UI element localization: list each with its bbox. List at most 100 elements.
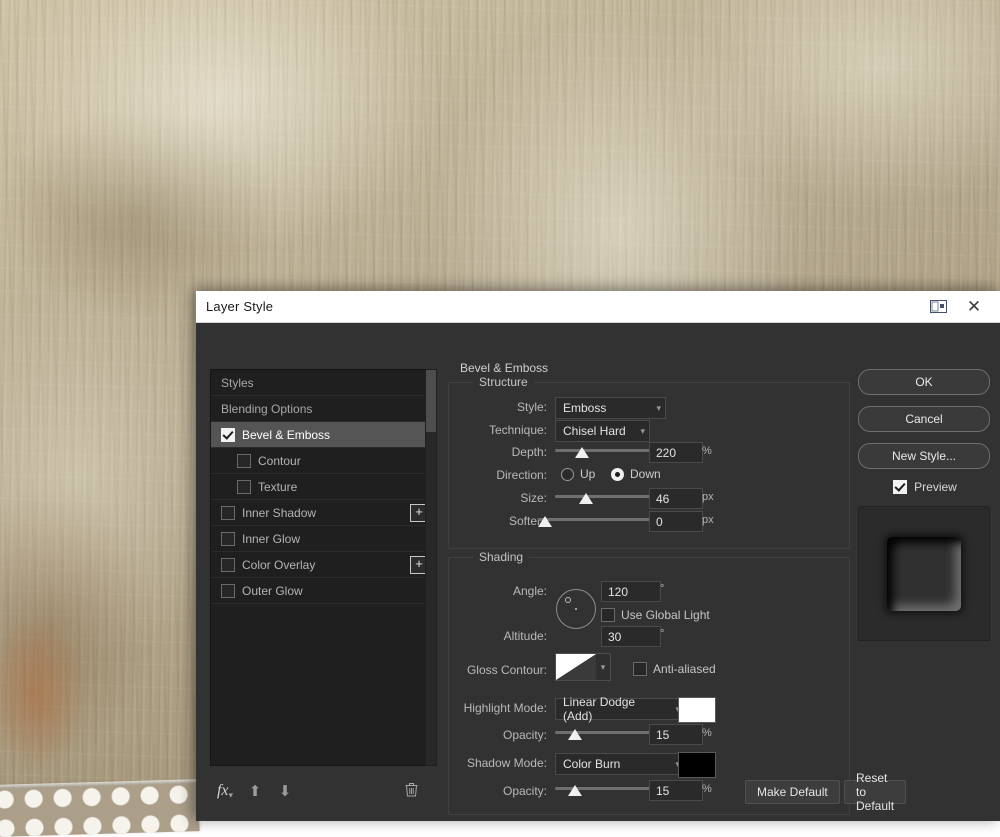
size-unit: px <box>702 491 714 503</box>
color-overlay-checkbox[interactable] <box>221 558 235 572</box>
sidebar-item-label: Bevel & Emboss <box>242 428 330 442</box>
slider-thumb[interactable] <box>575 447 589 458</box>
inner-glow-checkbox[interactable] <box>221 532 235 546</box>
soften-value: 0 <box>656 515 663 529</box>
styles-list-scrollbar[interactable] <box>425 369 437 766</box>
size-value: 46 <box>656 492 669 506</box>
checkbox-icon <box>601 608 615 622</box>
bevel-emboss-checkbox[interactable] <box>221 428 235 442</box>
dialog-body: Styles Blending Options Bevel & Emboss C… <box>196 323 1000 822</box>
sidebar-item-bevel-and-emboss[interactable]: Bevel & Emboss <box>211 422 433 448</box>
sidebar-item-label: Inner Shadow <box>242 506 316 520</box>
highlight-mode-label: Highlight Mode: <box>449 701 547 715</box>
highlight-opacity-label: Opacity: <box>449 728 547 742</box>
sidebar-item-label: Contour <box>258 454 301 468</box>
direction-down-label: Down <box>630 467 661 481</box>
radio-down-icon <box>611 468 624 481</box>
sidebar-item-label: Texture <box>258 480 297 494</box>
slider-track <box>555 449 654 452</box>
ok-button[interactable]: OK <box>858 369 990 395</box>
reset-to-default-button[interactable]: Reset to Default <box>844 780 906 804</box>
make-default-button[interactable]: Make Default <box>745 780 840 804</box>
angle-dial[interactable] <box>556 589 596 629</box>
shadow-mode-select[interactable]: Color Burn ▾ <box>555 753 685 775</box>
size-slider[interactable] <box>555 492 654 506</box>
preview-bevel-shape <box>887 537 961 611</box>
slider-thumb[interactable] <box>579 493 593 504</box>
angle-value: 120 <box>608 585 628 599</box>
size-input[interactable]: 46 <box>649 488 703 509</box>
slider-track <box>555 495 654 498</box>
highlight-opacity-value: 15 <box>656 728 669 742</box>
sidebar-item-color-overlay[interactable]: Color Overlay + <box>211 552 433 578</box>
arrow-down-icon: ⬇ <box>279 782 292 800</box>
slider-track <box>538 518 654 521</box>
soften-slider[interactable] <box>538 515 654 529</box>
altitude-unit: ° <box>660 628 664 640</box>
structure-section: Structure Style: Emboss ▾ Technique: Chi… <box>448 382 850 549</box>
slider-thumb[interactable] <box>538 516 552 527</box>
highlight-opacity-input[interactable]: 15 <box>649 724 703 745</box>
fx-menu-button[interactable]: fx ▾ <box>210 778 240 804</box>
angle-unit: ° <box>660 583 664 595</box>
highlight-color-swatch[interactable] <box>678 697 716 723</box>
style-select[interactable]: Emboss ▾ <box>555 397 666 419</box>
chevron-down-icon: ▾ <box>648 403 661 414</box>
dial-center-dot <box>575 608 577 610</box>
sidebar-item-contour[interactable]: Contour <box>211 448 433 474</box>
sidebar-item-styles[interactable]: Styles <box>211 370 433 396</box>
technique-select[interactable]: Chisel Hard ▾ <box>555 420 650 442</box>
preview-checkbox[interactable]: Preview <box>858 480 992 494</box>
sidebar-item-blending-options[interactable]: Blending Options <box>211 396 433 422</box>
new-style-button[interactable]: New Style... <box>858 443 990 469</box>
shading-section: Shading Angle: 120 ° Use Global Light A <box>448 557 850 815</box>
highlight-mode-value: Linear Dodge (Add) <box>563 695 667 723</box>
move-layer-up-button[interactable]: ⬆ <box>240 778 270 804</box>
size-label: Size: <box>449 491 547 505</box>
cancel-button[interactable]: Cancel <box>858 406 990 432</box>
close-icon[interactable]: ✕ <box>956 291 992 322</box>
angle-input[interactable]: 120 <box>601 581 661 602</box>
scrollbar-thumb[interactable] <box>426 370 436 432</box>
direction-up-label: Up <box>580 467 595 481</box>
styles-list-toolbar: fx ▾ ⬆ ⬇ <box>210 776 436 806</box>
sidebar-item-texture[interactable]: Texture <box>211 474 433 500</box>
anti-aliased-checkbox[interactable]: Anti-aliased <box>633 662 716 676</box>
outer-glow-checkbox[interactable] <box>221 584 235 598</box>
shadow-color-swatch[interactable] <box>678 752 716 778</box>
effect-settings-panel: Bevel & Emboss Structure Style: Emboss ▾… <box>446 361 852 766</box>
inner-shadow-checkbox[interactable] <box>221 506 235 520</box>
sidebar-item-inner-glow[interactable]: Inner Glow <box>211 526 433 552</box>
gloss-contour-dropdown[interactable]: ▾ <box>596 653 611 681</box>
depth-input[interactable]: 220 <box>649 442 703 463</box>
texture-checkbox[interactable] <box>237 480 251 494</box>
gloss-contour-swatch[interactable] <box>555 653 597 681</box>
depth-label: Depth: <box>449 445 547 459</box>
shadow-mode-value: Color Burn <box>563 757 620 771</box>
altitude-input[interactable]: 30 <box>601 626 661 647</box>
direction-down-radio[interactable]: Down <box>605 467 661 481</box>
delete-effect-button[interactable] <box>405 782 418 801</box>
slider-thumb[interactable] <box>568 729 582 740</box>
sidebar-item-inner-shadow[interactable]: Inner Shadow + <box>211 500 433 526</box>
sidebar-item-outer-glow[interactable]: Outer Glow <box>211 578 433 604</box>
use-global-light-checkbox[interactable]: Use Global Light <box>601 608 710 622</box>
move-layer-down-button[interactable]: ⬇ <box>270 778 300 804</box>
highlight-opacity-slider[interactable] <box>555 728 654 742</box>
dialog-actions: OK Cancel New Style... Preview <box>858 369 992 641</box>
contour-checkbox[interactable] <box>237 454 251 468</box>
dial-angle-marker[interactable] <box>565 597 571 603</box>
highlight-mode-select[interactable]: Linear Dodge (Add) ▾ <box>555 698 685 720</box>
dialog-titlebar: Layer Style ✕ <box>196 291 1000 323</box>
sidebar-item-label: Styles <box>221 376 254 390</box>
direction-up-radio[interactable]: Up <box>555 467 595 481</box>
structure-legend: Structure <box>473 375 534 389</box>
depth-slider[interactable] <box>555 446 654 460</box>
direction-label: Direction: <box>449 468 547 482</box>
shadow-mode-label: Shadow Mode: <box>449 756 547 770</box>
panel-dock-icon[interactable] <box>920 291 956 322</box>
checkbox-icon <box>633 662 647 676</box>
style-value: Emboss <box>563 401 606 415</box>
depth-unit: % <box>702 445 712 457</box>
soften-input[interactable]: 0 <box>649 511 703 532</box>
